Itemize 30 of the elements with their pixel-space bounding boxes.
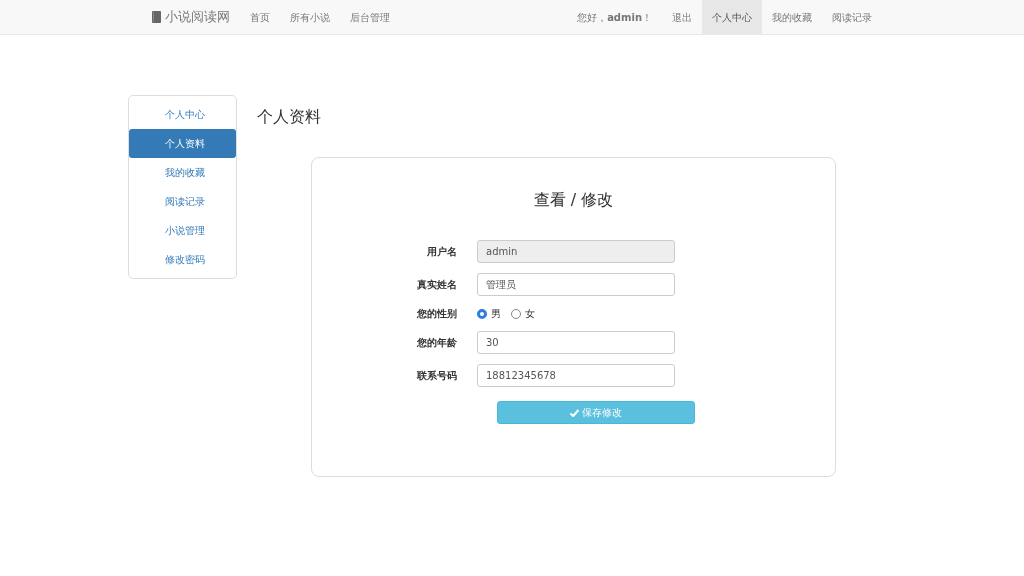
sidebar-item[interactable]: 修改密码 [129, 245, 236, 274]
sidebar-item[interactable]: 我的收藏 [129, 158, 236, 187]
sidebar-item[interactable]: 阅读记录 [129, 187, 236, 216]
nav-link[interactable]: 我的收藏 [762, 0, 822, 34]
field-label: 您的性别 [416, 307, 458, 321]
input-field[interactable]: 管理员 [477, 273, 675, 296]
nav-link[interactable]: 个人中心 [702, 0, 762, 34]
input-field[interactable]: 30 [477, 331, 675, 354]
input-field[interactable]: 18812345678 [477, 364, 675, 387]
field-label: 真实姓名 [416, 278, 458, 292]
check-icon [570, 408, 579, 417]
radio-label: 女 [525, 307, 535, 321]
brand-link[interactable]: 小说阅读网 [142, 0, 240, 34]
nav-link[interactable]: 所有小说 [280, 0, 340, 34]
nav-link[interactable]: 退出 [662, 0, 702, 34]
form-title: 查看 / 修改 [532, 189, 615, 211]
nav-link[interactable]: 阅读记录 [822, 0, 882, 34]
greeting-text: 您好，admin！ [576, 10, 653, 25]
nav-link[interactable]: 后台管理 [340, 0, 400, 34]
book-icon [152, 11, 161, 23]
sidebar-item[interactable]: 小说管理 [129, 216, 236, 245]
nav-link[interactable]: 首页 [240, 0, 280, 34]
field-label: 联系号码 [416, 369, 458, 383]
page-title: 个人资料 [257, 106, 322, 128]
field-label: 您的年龄 [416, 336, 458, 350]
sidebar-item[interactable]: 个人资料 [129, 129, 236, 158]
field-label: 用户名 [426, 245, 458, 259]
sidebar-item[interactable]: 个人中心 [129, 100, 236, 129]
radio-label: 男 [491, 307, 501, 321]
radio-button[interactable] [477, 308, 487, 319]
